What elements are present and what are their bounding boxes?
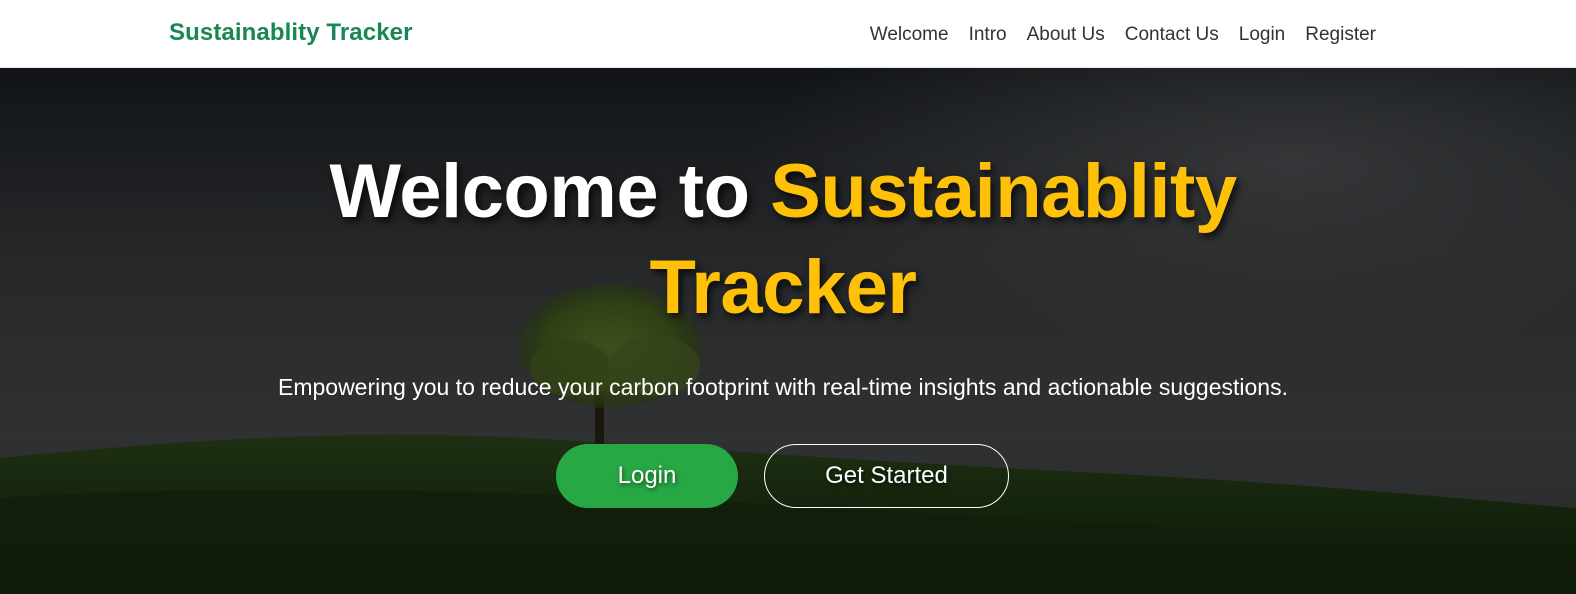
nav-link-login[interactable]: Login (1229, 20, 1296, 50)
hero-title-prefix: Welcome to (329, 149, 771, 234)
get-started-button[interactable]: Get Started (764, 444, 1009, 508)
nav-link-register[interactable]: Register (1295, 20, 1386, 50)
top-navbar: Sustainablity Tracker Welcome Intro Abou… (0, 0, 1576, 68)
hero-title: Welcome to Sustainablity Tracker (260, 144, 1306, 336)
nav-link-intro[interactable]: Intro (959, 20, 1017, 50)
nav-links: Welcome Intro About Us Contact Us Login … (860, 20, 1386, 50)
nav-link-about-us[interactable]: About Us (1017, 20, 1115, 50)
brand-logo-link[interactable]: Sustainablity Tracker (169, 19, 413, 47)
hero-subtitle: Empowering you to reduce your carbon foo… (277, 374, 1288, 400)
nav-link-welcome[interactable]: Welcome (860, 20, 959, 50)
login-button[interactable]: Login (556, 444, 738, 508)
nav-link-contact-us[interactable]: Contact Us (1115, 20, 1229, 50)
hero-section: Welcome to Sustainablity Tracker Empower… (0, 68, 1576, 594)
